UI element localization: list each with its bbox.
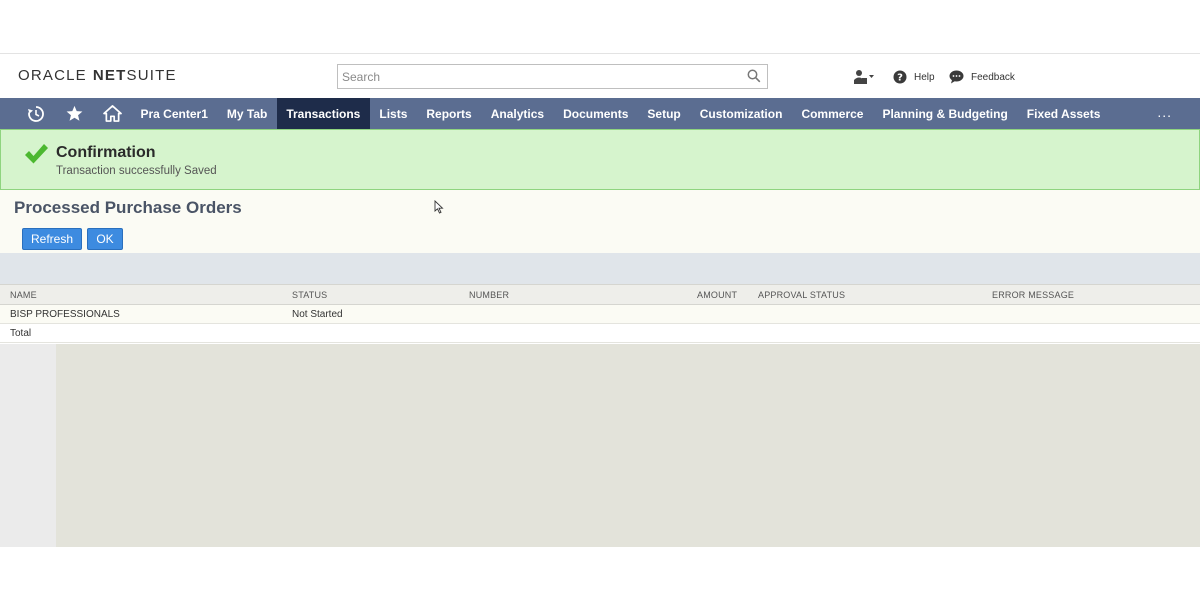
nav-item-analytics[interactable]: Analytics <box>481 98 553 129</box>
role-switcher[interactable] <box>853 68 875 86</box>
logo-suite: SUITE <box>126 67 177 84</box>
global-search <box>337 64 768 89</box>
recent-icon <box>28 105 44 122</box>
nav-item-pra-center[interactable]: Pra Center1 <box>131 98 217 129</box>
cell-status: Not Started <box>292 309 343 320</box>
nav-item-commerce[interactable]: Commerce <box>792 98 873 129</box>
nav-more-menu[interactable]: ... <box>1157 104 1172 120</box>
empty-left-gutter <box>0 344 56 547</box>
page-header: Processed Purchase Orders Refresh OK <box>0 190 1200 253</box>
column-header-approval-status[interactable]: APPROVAL STATUS <box>758 290 845 300</box>
confirmation-title: Confirmation <box>56 144 156 161</box>
user-switch-icon <box>854 70 874 84</box>
top-header: ORACLE NETSUITE ? Help <box>0 53 1200 98</box>
star-icon <box>66 105 82 121</box>
nav-recent-records[interactable] <box>17 98 55 129</box>
ok-button[interactable]: OK <box>87 228 123 250</box>
total-label: Total <box>10 328 32 339</box>
column-header-error-message[interactable]: ERROR MESSAGE <box>992 290 1074 300</box>
nav-item-planning-budgeting[interactable]: Planning & Budgeting <box>873 98 1017 129</box>
column-header-amount[interactable]: AMOUNT <box>697 290 737 300</box>
nav-item-setup[interactable]: Setup <box>638 98 690 129</box>
nav-item-reports[interactable]: Reports <box>417 98 481 129</box>
feedback-icon <box>949 70 964 84</box>
logo-oracle: ORACLE <box>18 67 87 84</box>
help-link[interactable]: ? Help <box>893 68 935 86</box>
nav-home[interactable] <box>93 98 131 129</box>
confirmation-message: Transaction successfully Saved <box>56 165 217 177</box>
empty-content-area <box>0 344 1200 547</box>
main-navigation: Pra Center1 My Tab Transactions Lists Re… <box>0 98 1200 129</box>
table-total-row: Total <box>0 324 1200 343</box>
feedback-link[interactable]: Feedback <box>949 68 1015 86</box>
mouse-cursor-icon <box>434 200 444 214</box>
nav-item-fixed-assets[interactable]: Fixed Assets <box>1017 98 1110 129</box>
search-input[interactable] <box>338 65 738 88</box>
search-icon[interactable] <box>747 69 761 83</box>
help-label: Help <box>914 71 935 83</box>
nav-item-transactions[interactable]: Transactions <box>276 98 370 129</box>
nav-item-lists[interactable]: Lists <box>370 98 417 129</box>
app-frame: ORACLE NETSUITE ? Help <box>0 53 1200 547</box>
nav-item-customization[interactable]: Customization <box>690 98 792 129</box>
feedback-label: Feedback <box>971 71 1015 83</box>
svg-text:?: ? <box>897 73 903 84</box>
cell-name: BISP PROFESSIONALS <box>10 309 120 320</box>
logo-net: NET <box>92 67 127 84</box>
nav-item-my-tab[interactable]: My Tab <box>217 98 276 129</box>
netsuite-logo[interactable]: ORACLE NETSUITE <box>18 67 177 84</box>
column-header-status[interactable]: STATUS <box>292 290 327 300</box>
help-icon: ? <box>893 70 907 84</box>
filter-band <box>0 253 1200 284</box>
refresh-button[interactable]: Refresh <box>22 228 82 250</box>
check-icon <box>25 144 48 164</box>
confirmation-banner: Confirmation Transaction successfully Sa… <box>0 129 1200 190</box>
page-title: Processed Purchase Orders <box>14 198 242 217</box>
column-header-number[interactable]: NUMBER <box>469 290 509 300</box>
table-row: BISP PROFESSIONALS Not Started <box>0 305 1200 324</box>
column-header-name[interactable]: NAME <box>10 290 37 300</box>
home-icon <box>102 105 122 122</box>
table-header: NAME STATUS NUMBER AMOUNT APPROVAL STATU… <box>0 284 1200 305</box>
nav-shortcuts[interactable] <box>55 98 93 129</box>
nav-item-documents[interactable]: Documents <box>554 98 638 129</box>
